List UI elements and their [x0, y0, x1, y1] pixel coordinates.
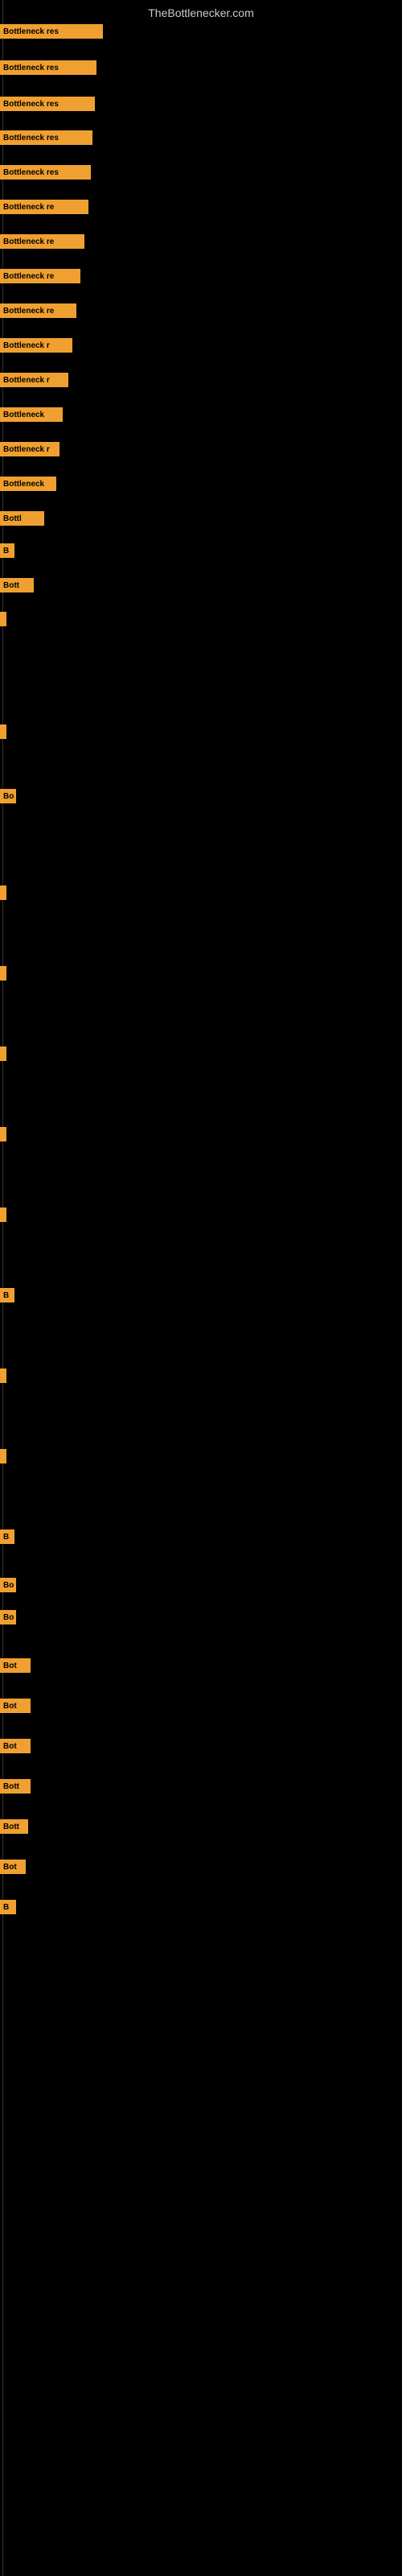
bar-label [0, 886, 6, 900]
bar-item: Bottleneck re [0, 234, 84, 249]
bar-item: Bott [0, 578, 34, 592]
bar-label: Bott [0, 578, 34, 592]
bar-item [0, 966, 6, 980]
bar-item: B [0, 1288, 14, 1302]
bar-label [0, 1368, 6, 1383]
bar-item [0, 724, 6, 739]
bar-item [0, 1208, 6, 1222]
bar-item: Bottleneck re [0, 269, 80, 283]
bar-label: B [0, 1900, 16, 1914]
bar-item [0, 1046, 6, 1061]
bar-item [0, 1368, 6, 1383]
bar-item: Bott [0, 1819, 28, 1834]
bar-item [0, 1127, 6, 1141]
bar-label: Bottleneck [0, 477, 56, 491]
bar-label: Bot [0, 1699, 31, 1713]
bar-label: Bottleneck r [0, 338, 72, 353]
bar-item: Bottleneck re [0, 303, 76, 318]
bar-item: Bot [0, 1860, 26, 1874]
bar-label: Bottleneck res [0, 97, 95, 111]
bar-item [0, 886, 6, 900]
bar-label: Bottleneck r [0, 442, 59, 456]
bar-label: Bo [0, 1578, 16, 1592]
bar-item: B [0, 543, 14, 558]
bar-item: B [0, 1530, 14, 1544]
bar-label: Bottleneck r [0, 373, 68, 387]
bar-label: Bo [0, 789, 16, 803]
site-title: TheBottlenecker.com [0, 0, 402, 26]
bar-item: Bottleneck [0, 477, 56, 491]
bar-label: Bott [0, 1819, 28, 1834]
bar-label [0, 966, 6, 980]
bar-label: Bottleneck re [0, 303, 76, 318]
bar-label: Bot [0, 1739, 31, 1753]
bar-label: Bott [0, 1779, 31, 1794]
bar-item: Bott [0, 1779, 31, 1794]
bar-item: Bottleneck res [0, 24, 103, 39]
bar-label: B [0, 543, 14, 558]
bar-label: Bottleneck re [0, 234, 84, 249]
bar-item: Bottl [0, 511, 44, 526]
bar-item: Bottleneck res [0, 60, 96, 75]
bar-label: B [0, 1288, 14, 1302]
bar-item: Bottleneck res [0, 97, 95, 111]
bar-item: Bot [0, 1739, 31, 1753]
bar-label [0, 1127, 6, 1141]
bar-item: Bo [0, 789, 16, 803]
bar-label [0, 1046, 6, 1061]
bar-label: Bottleneck res [0, 130, 92, 145]
bar-label: Bottleneck res [0, 60, 96, 75]
bar-label [0, 1208, 6, 1222]
bar-label [0, 1449, 6, 1463]
bar-label: Bottleneck res [0, 165, 91, 180]
bar-item [0, 1449, 6, 1463]
bar-label: Bottl [0, 511, 44, 526]
bar-item: B [0, 1900, 16, 1914]
bar-label [0, 612, 6, 626]
bar-item: Bot [0, 1699, 31, 1713]
bar-item: Bottleneck res [0, 165, 91, 180]
bar-item: Bottleneck re [0, 200, 88, 214]
bar-item: Bottleneck r [0, 373, 68, 387]
bar-item: Bottleneck r [0, 338, 72, 353]
bar-label: Bottleneck re [0, 200, 88, 214]
bar-label: Bottleneck [0, 407, 63, 422]
bar-item: Bottleneck r [0, 442, 59, 456]
bar-label: Bot [0, 1658, 31, 1673]
bar-label: Bottleneck re [0, 269, 80, 283]
bar-label: Bot [0, 1860, 26, 1874]
bar-label [0, 724, 6, 739]
bar-label: Bo [0, 1610, 16, 1624]
bar-item: Bot [0, 1658, 31, 1673]
bar-item: Bottleneck res [0, 130, 92, 145]
bar-item [0, 612, 6, 626]
bar-label: Bottleneck res [0, 24, 103, 39]
bar-item: Bo [0, 1610, 16, 1624]
bar-label: B [0, 1530, 14, 1544]
bar-item: Bo [0, 1578, 16, 1592]
bar-item: Bottleneck [0, 407, 63, 422]
